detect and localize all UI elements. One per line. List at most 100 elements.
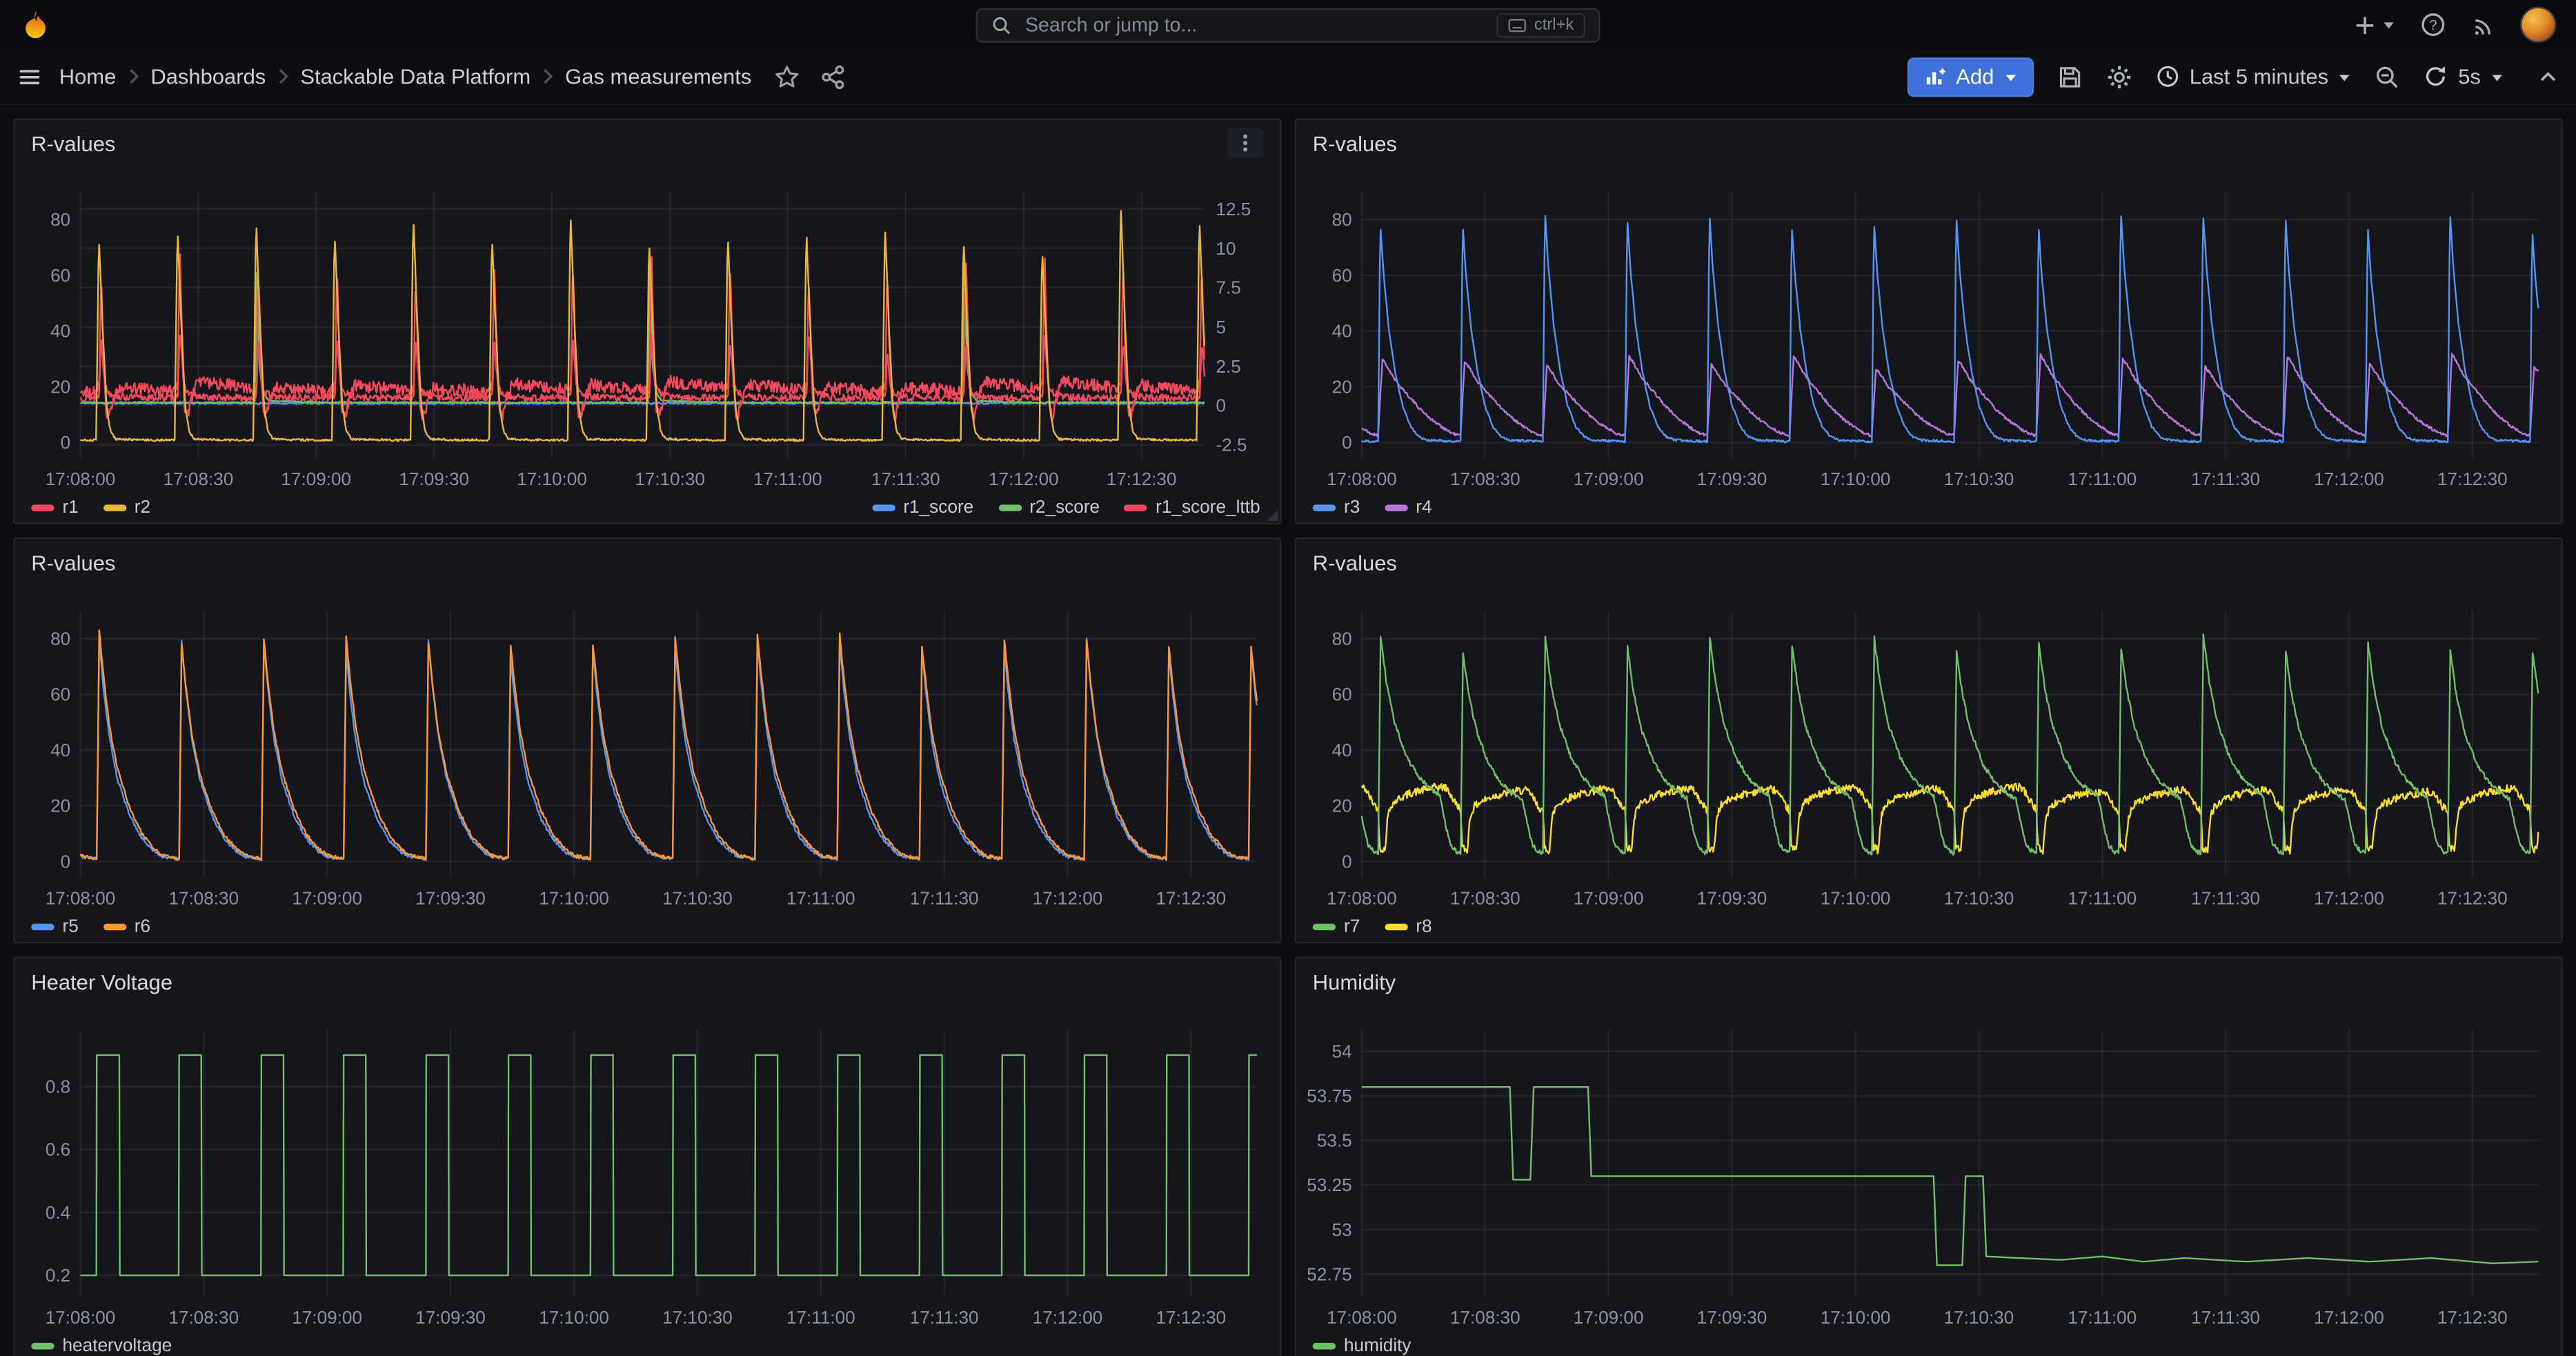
legend-swatch (1385, 504, 1407, 511)
legend-swatch (103, 924, 126, 931)
search-input[interactable]: Search or jump to... ctrl+k (976, 8, 1601, 42)
svg-text:17:10:00: 17:10:00 (1821, 1307, 1891, 1328)
svg-text:17:09:00: 17:09:00 (1574, 1307, 1644, 1328)
news-rss-icon[interactable] (2471, 12, 2496, 37)
svg-text:17:12:00: 17:12:00 (989, 469, 1059, 489)
legend-item-r1_score[interactable]: r1_score (872, 498, 973, 518)
svg-text:17:08:00: 17:08:00 (1327, 887, 1397, 908)
favorite-star-icon[interactable] (775, 63, 801, 90)
chart-r-values-2[interactable]: 02040608017:08:0017:08:3017:09:0017:09:3… (1296, 120, 2562, 523)
legend-item-r2[interactable]: r2 (103, 498, 151, 518)
legend-item-r7[interactable]: r7 (1313, 917, 1360, 937)
legend-swatch (1313, 1343, 1336, 1350)
legend-swatch (1385, 924, 1407, 931)
panel-title[interactable]: R-values (31, 130, 115, 155)
svg-text:17:11:30: 17:11:30 (910, 1307, 979, 1328)
svg-text:0: 0 (61, 852, 71, 872)
legend-item-r5[interactable]: r5 (31, 917, 79, 937)
legend-item-r4[interactable]: r4 (1385, 498, 1432, 518)
zoom-out-icon[interactable] (2375, 63, 2401, 90)
legend-item-heatervoltage[interactable]: heatervoltage (31, 1336, 172, 1356)
chart-r-values-3[interactable]: 02040608017:08:0017:08:3017:09:0017:09:3… (14, 539, 1280, 942)
refresh-picker[interactable]: 5s (2424, 64, 2504, 89)
breadcrumb-dashboards[interactable]: Dashboards (150, 64, 266, 89)
svg-text:17:08:00: 17:08:00 (1327, 469, 1397, 489)
legend-swatch (103, 504, 126, 511)
user-avatar[interactable] (2520, 7, 2556, 43)
svg-text:20: 20 (50, 376, 70, 397)
svg-text:20: 20 (1332, 376, 1352, 397)
add-button[interactable]: Add (1907, 57, 2034, 96)
legend-swatch (31, 504, 54, 511)
svg-text:17:11:30: 17:11:30 (871, 469, 940, 489)
svg-text:17:12:30: 17:12:30 (2437, 887, 2508, 908)
legend-item-r6[interactable]: r6 (103, 917, 151, 937)
panel-menu-icon[interactable] (1227, 128, 1263, 158)
legend-label: r3 (1344, 498, 1360, 518)
svg-text:0: 0 (61, 432, 71, 453)
series-r7 (1362, 634, 2538, 855)
chart-r-values-1[interactable]: 020406080-2.502.557.51012.517:08:0017:08… (14, 120, 1280, 523)
chevron-down-icon (2004, 70, 2017, 83)
panel-title[interactable]: R-values (31, 550, 115, 575)
breadcrumb-folder[interactable]: Stackable Data Platform (300, 64, 531, 89)
series-r2_score (80, 264, 1204, 404)
menu-toggle-icon[interactable] (17, 63, 43, 90)
svg-text:0: 0 (1342, 432, 1352, 453)
legend-label: heatervoltage (62, 1336, 172, 1356)
breadcrumb-home[interactable]: Home (59, 64, 117, 89)
svg-text:17:10:30: 17:10:30 (662, 1307, 733, 1328)
svg-text:17:08:00: 17:08:00 (46, 887, 116, 908)
breadcrumb-dashboard-name[interactable]: Gas measurements (565, 64, 751, 89)
legend: heatervoltage (31, 1336, 1260, 1356)
legend-item-humidity[interactable]: humidity (1313, 1336, 1411, 1356)
legend: r1 r2 r1_score r2_score r1_score_lttb (31, 498, 1260, 518)
panel-title[interactable]: R-values (1313, 130, 1397, 155)
svg-text:17:10:00: 17:10:00 (517, 469, 587, 489)
panel-title[interactable]: R-values (1313, 550, 1397, 575)
svg-text:17:11:00: 17:11:00 (2068, 887, 2137, 908)
search-shortcut: ctrl+k (1496, 12, 1585, 37)
share-icon[interactable] (820, 63, 846, 90)
legend-item-r2_score[interactable]: r2_score (998, 498, 1100, 518)
legend-item-r1[interactable]: r1 (31, 498, 79, 518)
dashboard-settings-gear-icon[interactable] (2106, 63, 2132, 90)
chart-heater-voltage[interactable]: 0.20.40.60.817:08:0017:08:3017:09:0017:0… (14, 959, 1280, 1356)
new-button[interactable] (2352, 12, 2395, 37)
svg-text:17:12:30: 17:12:30 (2437, 469, 2508, 489)
search-icon (991, 14, 1012, 35)
legend: r7 r8 (1313, 917, 2542, 937)
chart-r-values-4[interactable]: 02040608017:08:0017:08:3017:09:0017:09:3… (1296, 539, 2562, 942)
chart-humidity[interactable]: 52.755353.2553.553.755417:08:0017:08:301… (1296, 959, 2562, 1356)
save-dashboard-icon[interactable] (2057, 63, 2083, 90)
time-range-picker[interactable]: Last 5 minutes (2155, 64, 2352, 89)
svg-text:20: 20 (50, 796, 70, 816)
svg-text:17:12:30: 17:12:30 (1156, 887, 1227, 908)
breadcrumb: Home Dashboards Stackable Data Platform … (59, 64, 752, 89)
legend-item-r3[interactable]: r3 (1313, 498, 1360, 518)
help-icon[interactable]: ? (2420, 12, 2446, 38)
panel-title[interactable]: Heater Voltage (31, 969, 172, 994)
legend-label: r6 (135, 917, 150, 937)
panel-title[interactable]: Humidity (1313, 969, 1396, 994)
dashboard-toolbar: Home Dashboards Stackable Data Platform … (0, 49, 2576, 105)
svg-text:17:11:00: 17:11:00 (786, 887, 855, 908)
legend-item-r8[interactable]: r8 (1385, 917, 1432, 937)
svg-text:17:10:30: 17:10:30 (1944, 887, 2014, 908)
top-nav: Search or jump to... ctrl+k ? (0, 0, 2576, 49)
svg-text:17:09:00: 17:09:00 (292, 1307, 362, 1328)
legend-item-r1_score_lttb[interactable]: r1_score_lttb (1124, 498, 1260, 518)
svg-text:80: 80 (50, 629, 70, 649)
grafana-logo-icon[interactable] (20, 8, 53, 41)
legend-swatch (1313, 924, 1336, 931)
svg-text:7.5: 7.5 (1216, 277, 1240, 298)
svg-text:40: 40 (1332, 740, 1352, 760)
collapse-toolbar-chevron-up-icon[interactable] (2537, 65, 2559, 88)
svg-text:17:11:00: 17:11:00 (753, 469, 822, 489)
svg-text:53.25: 53.25 (1307, 1175, 1351, 1195)
panel-heater-voltage: Heater Voltage 0.20.40.60.817:08:0017:08… (13, 956, 1281, 1356)
legend-swatch (1124, 504, 1147, 511)
svg-text:80: 80 (1332, 209, 1352, 230)
legend-label: r8 (1416, 917, 1431, 937)
svg-text:17:08:00: 17:08:00 (46, 1307, 116, 1328)
